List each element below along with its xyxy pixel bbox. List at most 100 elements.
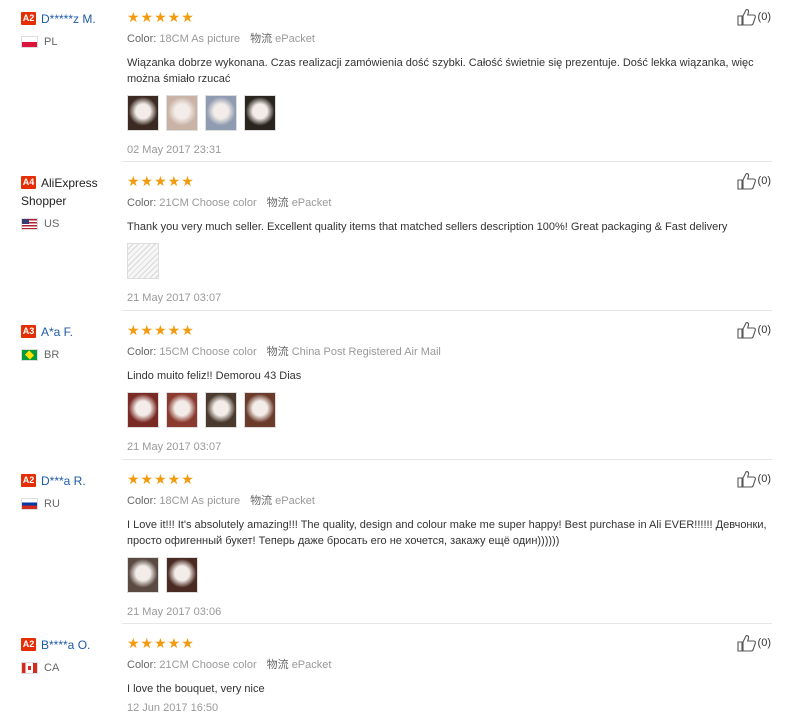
- level-badge: A4: [21, 176, 36, 190]
- review-photo[interactable]: [127, 243, 159, 279]
- review-content: ★★★★★ Color: 18CM As picture 物流 ePacket Wią…: [127, 10, 777, 156]
- review-photo[interactable]: [166, 95, 198, 131]
- review-photos: [127, 392, 777, 428]
- review-photo[interactable]: [244, 392, 276, 428]
- flag-icon: [21, 349, 38, 362]
- thumbs-up-icon: [736, 9, 756, 26]
- thumbs-up-icon: [736, 322, 756, 339]
- review-photo[interactable]: [127, 392, 159, 428]
- shipping-label: 物流: [266, 659, 289, 671]
- review-photo[interactable]: [166, 392, 198, 428]
- review-photo[interactable]: [127, 95, 159, 131]
- review-text: Wiązanka dobrze wykonana. Czas realizacj…: [127, 57, 754, 85]
- color-label: Color:: [127, 33, 157, 45]
- review-text: I love the bouquet, very nice: [127, 683, 265, 695]
- star-rating: ★★★★★: [127, 471, 195, 487]
- shipping-value: China Post Registered Air Mail: [291, 346, 441, 358]
- country-code: US: [44, 218, 60, 230]
- order-info: Color: 18CM As picture 物流 ePacket: [127, 492, 777, 508]
- reviewer-name[interactable]: A*a F.: [41, 325, 73, 339]
- color-label: Color:: [127, 197, 157, 209]
- shipping-value: ePacket: [275, 495, 315, 507]
- review-photo[interactable]: [244, 95, 276, 131]
- reviewer-country: US: [21, 218, 121, 231]
- review-content: ★★★★★ Color: 18CM As picture 物流 ePacket I L…: [127, 472, 777, 618]
- review-date: 21 May 2017 03:07: [127, 441, 222, 453]
- star-rating: ★★★★★: [127, 635, 195, 651]
- reviewer-country: BR: [21, 349, 121, 362]
- country-code: RU: [44, 498, 60, 510]
- helpful-count: (0): [757, 323, 771, 336]
- order-info: Color: 21CM Choose color 物流 ePacket: [127, 194, 777, 210]
- helpful-button[interactable]: (0): [736, 321, 771, 339]
- review-photos: [127, 243, 777, 279]
- review-photo[interactable]: [127, 557, 159, 593]
- review-photo[interactable]: [205, 392, 237, 428]
- country-code: PL: [44, 36, 58, 48]
- review-text: Lindo muito feliz!! Demorou 43 Dias: [127, 370, 302, 382]
- shipping-label: 物流: [266, 197, 289, 209]
- level-badge: A2: [21, 12, 36, 26]
- star-rating: ★★★★★: [127, 9, 195, 25]
- review-divider: [122, 310, 772, 311]
- shipping-label: 物流: [250, 495, 273, 507]
- color-label: Color:: [127, 346, 157, 358]
- order-info: Color: 15CM Choose color 物流 China Post Re…: [127, 343, 777, 359]
- reviewer: A3 A*a F. BR: [21, 323, 121, 362]
- thumbs-up-icon: [736, 471, 756, 488]
- shipping-label: 物流: [266, 346, 289, 358]
- shipping-value: ePacket: [275, 33, 315, 45]
- shipping-value: ePacket: [291, 197, 332, 209]
- helpful-button[interactable]: (0): [736, 8, 771, 26]
- helpful-count: (0): [757, 472, 771, 485]
- flag-icon: [21, 218, 38, 231]
- review-content: ★★★★★ Color: 21CM Choose color 物流 ePacket T…: [127, 174, 777, 304]
- color-value: 18CM As picture: [159, 33, 241, 45]
- color-label: Color:: [127, 495, 157, 507]
- flag-icon: [21, 498, 38, 511]
- helpful-button[interactable]: (0): [736, 470, 771, 488]
- review-date: 02 May 2017 23:31: [127, 144, 222, 156]
- helpful-button[interactable]: (0): [736, 172, 771, 190]
- color-label: Color:: [127, 659, 157, 671]
- shipping-info: 物流 ePacket: [250, 495, 315, 507]
- review-divider: [122, 161, 772, 162]
- review-text: Thank you very much seller. Excellent qu…: [127, 221, 728, 233]
- reviewer: A4 AliExpress Shopper US: [21, 174, 121, 231]
- order-info: Color: 21CM Choose color 物流 ePacket: [127, 656, 777, 672]
- helpful-count: (0): [757, 10, 771, 23]
- review-photos: [127, 557, 777, 593]
- color-value: 18CM As picture: [159, 495, 241, 507]
- shipping-value: ePacket: [291, 659, 332, 671]
- reviewer: A2 D*****z M. PL: [21, 10, 121, 49]
- reviewer: A2 B****a O. CA: [21, 636, 121, 675]
- shipping-info: 物流 ePacket: [267, 659, 332, 671]
- reviewer-country: RU: [21, 498, 121, 511]
- review-content: ★★★★★ Color: 15CM Choose color 物流 China Po…: [127, 323, 777, 453]
- star-rating: ★★★★★: [127, 173, 195, 189]
- reviewer-country: PL: [21, 36, 121, 49]
- shipping-info: 物流 ePacket: [250, 33, 315, 45]
- review-divider: [122, 459, 772, 460]
- level-badge: A3: [21, 325, 36, 339]
- review-photo[interactable]: [205, 95, 237, 131]
- color-value: 21CM Choose color: [159, 659, 257, 671]
- reviewer-name[interactable]: D***a R.: [41, 474, 86, 488]
- review-photo[interactable]: [166, 557, 198, 593]
- review-date: 21 May 2017 03:06: [127, 606, 222, 618]
- reviewer-country: CA: [21, 662, 121, 675]
- thumbs-up-icon: [736, 173, 756, 190]
- review-text: I Love it!!! It's absolutely amazing!!! …: [127, 519, 767, 547]
- flag-icon: [21, 662, 38, 675]
- reviewer-name[interactable]: D*****z M.: [41, 12, 96, 26]
- helpful-button[interactable]: (0): [736, 634, 771, 652]
- shipping-info: 物流 China Post Registered Air Mail: [267, 346, 441, 358]
- reviewer-name[interactable]: B****a O.: [41, 638, 90, 652]
- color-value: 15CM Choose color: [159, 346, 257, 358]
- color-value: 21CM Choose color: [159, 197, 257, 209]
- country-code: BR: [44, 349, 60, 361]
- review-photos: [127, 95, 777, 131]
- review-divider: [122, 623, 772, 624]
- review-date: 12 Jun 2017 16:50: [127, 702, 219, 714]
- helpful-count: (0): [757, 636, 771, 649]
